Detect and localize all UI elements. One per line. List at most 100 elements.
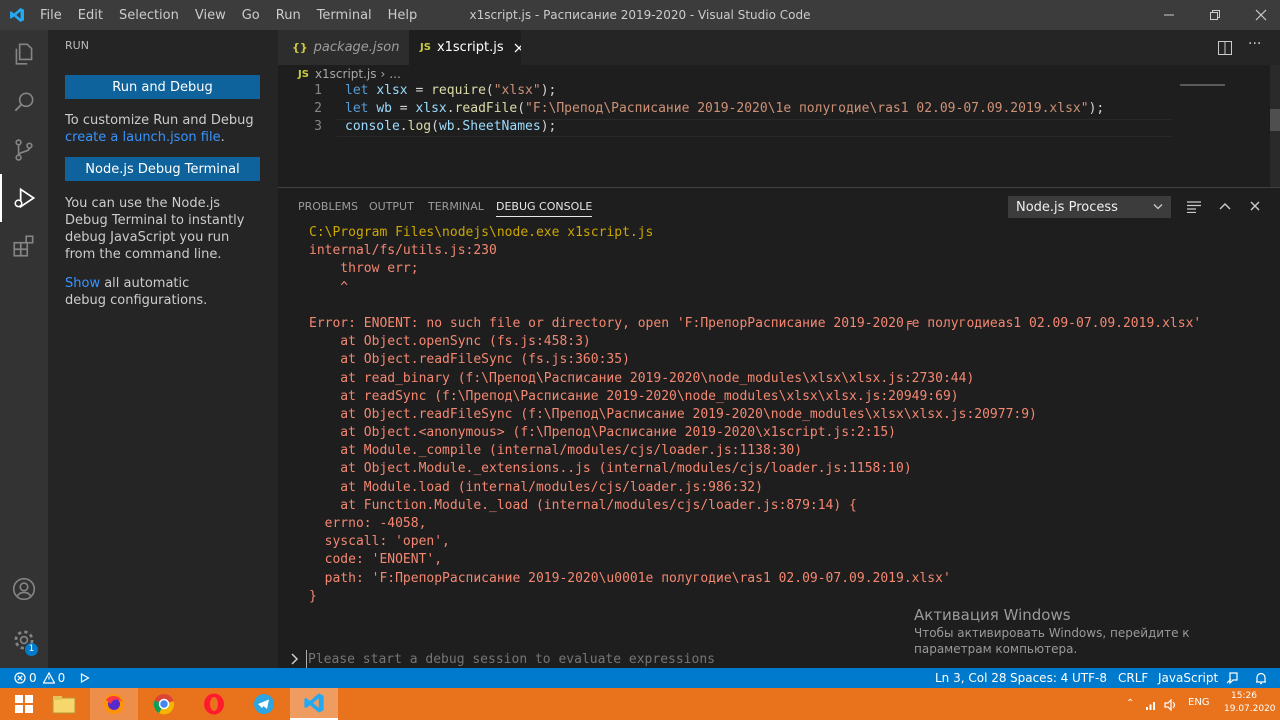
more-actions-icon[interactable]: ··· <box>1248 36 1261 52</box>
console-line: Error: ENOENT: no such file or directory… <box>309 315 1202 331</box>
accounts-tab[interactable] <box>0 565 48 613</box>
console-line: syscall: 'open', <box>309 534 450 550</box>
clock-date: 19.07.2020 <box>1224 704 1276 714</box>
warning-icon <box>42 672 55 684</box>
play-icon[interactable] <box>80 673 90 683</box>
console-line: ^ <box>309 279 349 295</box>
tab-output[interactable]: OUTPUT <box>369 200 414 213</box>
close-panel-icon[interactable] <box>1250 201 1260 211</box>
minimap[interactable] <box>1180 84 1225 86</box>
taskbar-telegram[interactable] <box>240 688 288 720</box>
tab-debug-console[interactable]: DEBUG CONSOLE <box>496 200 593 217</box>
status-bar: 0 0 Ln 3, Col 28 Spaces: 4 UTF-8 CRLF Ja… <box>0 668 1280 688</box>
tray-chevron-icon[interactable]: ⌃ <box>1126 698 1134 709</box>
console-line: throw err; <box>309 261 419 277</box>
taskbar-opera[interactable] <box>190 688 238 720</box>
taskbar-vscode[interactable] <box>290 688 338 720</box>
tab-package-json[interactable]: {} package.json <box>278 30 409 65</box>
console-line: at Object.readFileSync (f:\Препод\Распис… <box>309 406 1037 422</box>
maximize-panel-icon[interactable] <box>1219 202 1231 210</box>
volume-icon[interactable] <box>1164 699 1178 711</box>
minimize-button[interactable] <box>1146 0 1192 30</box>
editor-tab-bar: {} package.json JS x1script.js ··· <box>278 30 1280 65</box>
console-line: at Object.Module._extensions..js (intern… <box>309 461 912 477</box>
vscode-logo-icon <box>10 8 24 22</box>
end-of-line[interactable]: CRLF <box>1118 668 1148 688</box>
error-count: 0 <box>29 671 37 685</box>
taskbar-firefox[interactable] <box>90 688 138 720</box>
problems-status[interactable]: 0 0 <box>14 668 65 688</box>
encoding[interactable]: UTF-8 <box>1072 668 1107 688</box>
chevron-right-icon: › <box>380 67 386 81</box>
title-bar: File Edit Selection View Go Run Terminal… <box>0 0 1280 30</box>
breadcrumb-rest[interactable]: ... <box>389 67 400 81</box>
indentation[interactable]: Spaces: 4 <box>1010 668 1068 688</box>
keyboard-language[interactable]: ENG <box>1188 697 1210 708</box>
debug-console-output: C:\Program Files\nodejs\node.exe x1scrip… <box>309 224 1269 606</box>
run-and-debug-button[interactable]: Run and Debug <box>65 75 260 99</box>
create-launch-json-link[interactable]: create a launch.json file <box>65 130 221 145</box>
console-line: at Object.readFileSync (fs.js:360:35) <box>309 352 630 368</box>
menu-edit[interactable]: Edit <box>70 8 111 23</box>
menu-go[interactable]: Go <box>234 8 268 23</box>
debug-console-input[interactable] <box>306 650 908 668</box>
sidebar-title: RUN <box>65 39 89 52</box>
system-clock[interactable]: 15:26 19.07.2020 <box>1224 690 1276 716</box>
run-debug-tab[interactable] <box>0 174 48 222</box>
editor-scrollbar[interactable] <box>1270 65 1280 187</box>
console-line: at read_binary (f:\Препод\Расписание 201… <box>309 370 975 386</box>
menu-help[interactable]: Help <box>380 8 426 23</box>
tab-terminal[interactable]: TERMINAL <box>428 200 484 213</box>
opera-icon <box>204 693 224 715</box>
console-line: errno: -4058, <box>309 516 427 531</box>
search-tab[interactable] <box>0 78 48 126</box>
console-line: at Module._compile (internal/modules/cjs… <box>309 443 803 459</box>
menu-selection[interactable]: Selection <box>111 8 187 23</box>
node-debug-terminal-button[interactable]: Node.js Debug Terminal <box>65 157 260 181</box>
code-line-1[interactable]: let xlsx = require("xlsx"); <box>345 83 556 98</box>
code-line-2[interactable]: let wb = xlsx.readFile("F:\Препод\Распис… <box>345 101 1104 116</box>
taskbar-chrome[interactable] <box>140 688 188 720</box>
console-line: at Object.<anonymous> (f:\Препод\Расписа… <box>309 425 896 441</box>
breadcrumb-file[interactable]: x1script.js <box>315 67 377 81</box>
bell-icon[interactable] <box>1254 671 1268 685</box>
restore-icon <box>1210 10 1220 20</box>
tab-problems[interactable]: PROBLEMS <box>298 200 358 213</box>
network-icon[interactable] <box>1145 699 1157 711</box>
line-number: 2 <box>314 101 322 116</box>
cursor-position[interactable]: Ln 3, Col 28 <box>935 668 1007 688</box>
feedback-icon[interactable] <box>1225 671 1239 685</box>
clear-console-icon[interactable] <box>1187 201 1201 213</box>
vscode-icon <box>304 693 324 713</box>
close-window-button[interactable] <box>1238 0 1280 30</box>
show-configs-text: Show all automatic debug configurations. <box>65 275 225 309</box>
menu-run[interactable]: Run <box>268 8 309 23</box>
chevron-down-icon <box>1153 204 1163 210</box>
show-link[interactable]: Show <box>65 276 100 291</box>
console-line: at Function.Module._load (internal/modul… <box>309 497 857 513</box>
tab-x1script-js[interactable]: JS x1script.js <box>409 30 521 65</box>
console-line: internal/fs/utils.js:230 <box>309 243 497 259</box>
source-control-tab[interactable] <box>0 126 48 174</box>
tab-label: x1script.js <box>436 40 504 55</box>
taskbar-file-explorer[interactable] <box>40 688 88 720</box>
restore-button[interactable] <box>1192 0 1238 30</box>
manage-tab[interactable]: 1 <box>0 616 48 664</box>
warning-count: 0 <box>57 671 66 685</box>
language-mode[interactable]: JavaScript <box>1158 668 1218 688</box>
extensions-tab[interactable] <box>0 222 48 270</box>
menu-terminal[interactable]: Terminal <box>309 8 380 23</box>
split-editor-icon[interactable] <box>1218 41 1232 55</box>
menu-file[interactable]: File <box>32 8 70 23</box>
menu-view[interactable]: View <box>187 8 234 23</box>
explorer-tab[interactable] <box>0 30 48 78</box>
activity-bar: 1 <box>0 30 48 668</box>
telegram-icon <box>254 694 274 714</box>
breadcrumb: JS x1script.js › ... <box>298 65 401 83</box>
close-tab-icon[interactable] <box>514 43 521 53</box>
process-select[interactable]: Node.js Process <box>1008 196 1171 218</box>
windows-taskbar: ⌃ ENG 15:26 19.07.2020 <box>0 688 1280 720</box>
search-icon <box>14 92 34 112</box>
code-line-3[interactable]: console.log(wb.SheetNames); <box>345 119 556 134</box>
